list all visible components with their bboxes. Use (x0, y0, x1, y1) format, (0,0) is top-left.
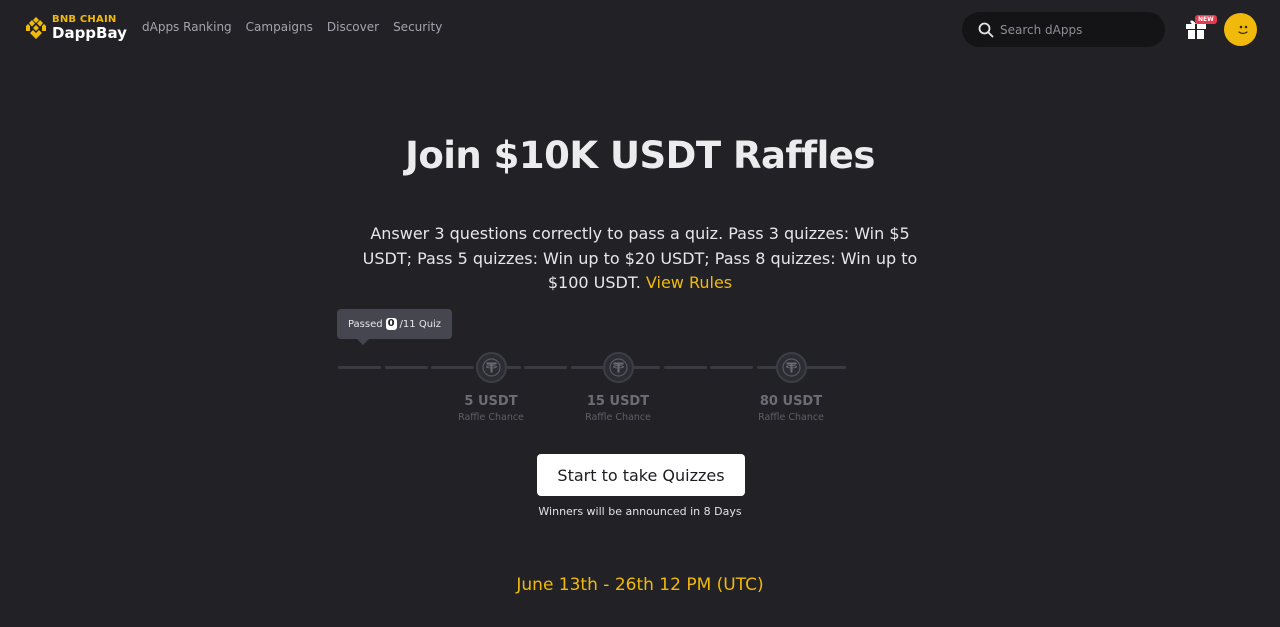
quiz-description: Answer 3 questions correctly to pass a q… (355, 222, 925, 296)
milestone-amount: 5 USDT (464, 394, 518, 409)
milestone-amount: 80 USDT (759, 394, 823, 409)
progress-segment (384, 366, 428, 369)
progress-segment (803, 366, 846, 369)
milestone-amount: 15 USDT (586, 394, 650, 409)
start-quizzes-button[interactable]: Start to take Quizzes (537, 454, 745, 496)
progress-tooltip: Passed 0 /11 Quiz (337, 309, 452, 345)
milestone-label: Raffle Chance (458, 412, 524, 423)
progress-segment (477, 366, 521, 369)
nav-security[interactable]: Security (393, 20, 442, 34)
page-title: Join $10K USDT Raffles (405, 134, 875, 177)
milestone-5-usdt: 5 USDT Raffle Chance (441, 394, 541, 423)
progress-segment (756, 366, 800, 369)
progress-segment (663, 366, 707, 369)
bnb-logo-icon (26, 17, 46, 39)
search-icon (978, 22, 994, 38)
milestone-80-usdt: 80 USDT Raffle Chance (741, 394, 841, 423)
milestone-label: Raffle Chance (585, 412, 651, 423)
milestone-15-usdt: 15 USDT Raffle Chance (568, 394, 668, 423)
nav-campaigns[interactable]: Campaigns (246, 20, 313, 34)
progress-segment (524, 366, 567, 369)
search-box[interactable] (962, 12, 1165, 47)
total-quiz-label: /11 Quiz (399, 318, 442, 330)
nav-dapps-ranking[interactable]: dApps Ranking (142, 20, 232, 34)
description-text: Answer 3 questions correctly to pass a q… (362, 224, 918, 292)
progress-segment (570, 366, 614, 369)
usdt-coin-icon (602, 352, 634, 383)
milestone-label: Raffle Chance (758, 412, 824, 423)
nav-discover[interactable]: Discover (327, 20, 379, 34)
search-input[interactable] (1000, 20, 1150, 40)
smiley-avatar-icon (1238, 25, 1248, 35)
campaign-dates: June 13th - 26th 12 PM (UTC) (516, 575, 764, 595)
progress-segment (710, 366, 753, 369)
main-nav: dApps Ranking Campaigns Discover Securit… (142, 20, 456, 34)
quiz-progress-track (0, 0, 1280, 627)
logo[interactable]: BNB CHAIN DappBay (24, 15, 127, 41)
new-badge: NEW (1195, 15, 1217, 24)
progress-segment (338, 366, 381, 369)
page: BNB CHAIN DappBay dApps Ranking Campaign… (0, 0, 1280, 627)
header: BNB CHAIN DappBay dApps Ranking Campaign… (0, 0, 1280, 60)
passed-count: 0 (385, 318, 397, 330)
usdt-coin-icon (475, 352, 507, 383)
usdt-coin-icon (775, 352, 807, 383)
view-rules-link[interactable]: View Rules (646, 273, 732, 292)
winners-note: Winners will be announced in 8 Days (538, 505, 742, 518)
progress-segment (431, 366, 474, 369)
avatar[interactable] (1224, 13, 1257, 46)
progress-segment (617, 366, 660, 369)
passed-label: Passed (347, 318, 383, 330)
logo-app-name: DappBay (52, 24, 127, 42)
